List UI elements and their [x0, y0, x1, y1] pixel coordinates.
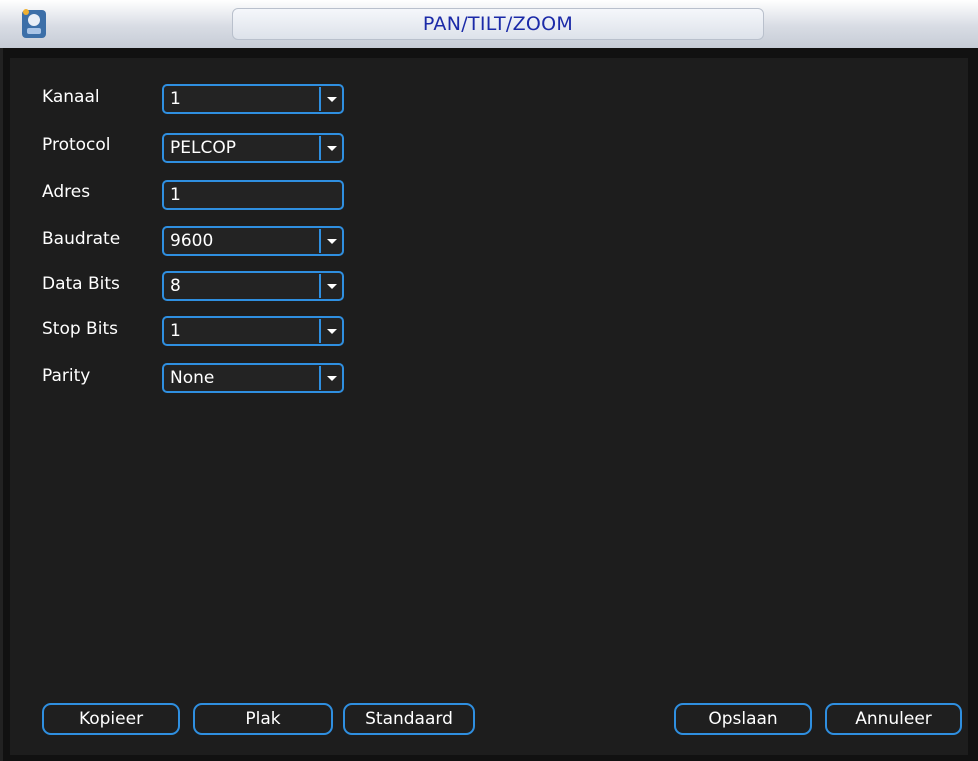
data-bits-value: 8	[170, 276, 181, 296]
stop-bits-label: Stop Bits	[42, 319, 118, 339]
cancel-button[interactable]: Annuleer	[825, 703, 962, 735]
address-input[interactable]: 1	[162, 180, 344, 210]
save-button[interactable]: Opslaan	[674, 703, 812, 735]
title-bar: PAN/TILT/ZOOM	[0, 0, 978, 48]
stop-bits-value: 1	[170, 321, 181, 341]
copy-button[interactable]: Kopieer	[42, 703, 180, 735]
address-value: 1	[170, 185, 181, 205]
ptz-settings-window: PAN/TILT/ZOOM Kanaal 1 Protocol PELCOP A…	[0, 0, 978, 761]
chevron-down-icon[interactable]	[319, 319, 342, 343]
protocol-select[interactable]: PELCOP	[162, 133, 344, 163]
data-bits-label: Data Bits	[42, 274, 120, 294]
channel-label: Kanaal	[42, 87, 100, 107]
channel-select[interactable]: 1	[162, 84, 344, 114]
chevron-down-icon[interactable]	[319, 136, 342, 160]
address-label: Adres	[42, 182, 91, 202]
settings-panel	[10, 58, 968, 755]
baudrate-label: Baudrate	[42, 229, 121, 249]
default-button[interactable]: Standaard	[343, 703, 475, 735]
window-title: PAN/TILT/ZOOM	[422, 13, 574, 35]
baudrate-select[interactable]: 9600	[162, 226, 344, 256]
baudrate-value: 9600	[170, 231, 214, 251]
channel-value: 1	[170, 89, 181, 109]
chevron-down-icon[interactable]	[319, 274, 342, 298]
ptz-app-icon	[22, 9, 46, 38]
data-bits-select[interactable]: 8	[162, 271, 344, 301]
chevron-down-icon[interactable]	[319, 366, 342, 390]
protocol-label: Protocol	[42, 135, 111, 155]
parity-value: None	[170, 368, 215, 388]
parity-select[interactable]: None	[162, 363, 344, 393]
parity-label: Parity	[42, 366, 91, 386]
stop-bits-select[interactable]: 1	[162, 316, 344, 346]
chevron-down-icon[interactable]	[319, 87, 342, 111]
chevron-down-icon[interactable]	[319, 229, 342, 253]
left-border	[0, 48, 3, 761]
title-pill: PAN/TILT/ZOOM	[232, 8, 764, 40]
protocol-value: PELCOP	[170, 138, 236, 158]
paste-button[interactable]: Plak	[193, 703, 333, 735]
